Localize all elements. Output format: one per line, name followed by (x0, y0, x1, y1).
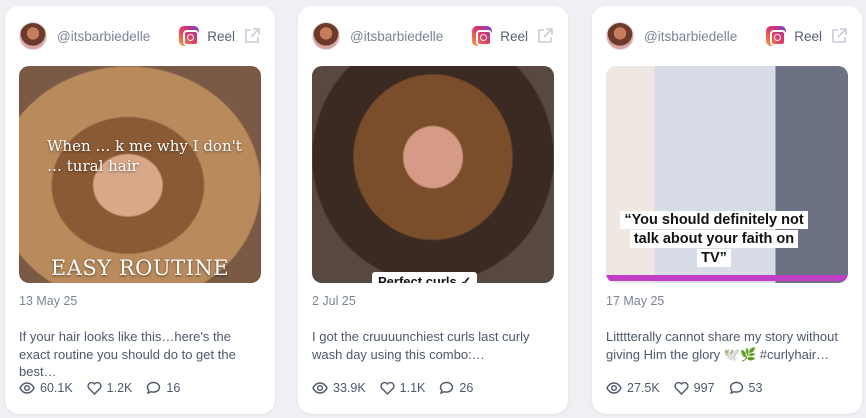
avatar[interactable] (19, 22, 47, 50)
views-stat: 33.9K (312, 381, 366, 395)
thumbnail-overlay-title: EASY ROUTINE (50, 256, 230, 280)
post-stats: 33.9K 1.1K 26 (312, 381, 554, 395)
likes-stat: 1.1K (380, 381, 426, 395)
heart-icon (674, 381, 689, 395)
comment-icon (440, 381, 454, 395)
likes-count: 997 (693, 381, 715, 395)
post-description: I got the cruuuunchiest curls last curly… (312, 329, 530, 362)
post-type-label: Reel (500, 28, 528, 44)
post-header: @itsbarbiedelle Reel (19, 22, 261, 50)
post-thumbnail[interactable]: When … k me why I don't … tural hair EAS… (19, 66, 261, 283)
instagram-icon (179, 26, 200, 46)
likes-stat: 997 (674, 381, 715, 395)
post-date: 2 Jul 25 (312, 294, 356, 308)
post-card[interactable]: @itsbarbiedelle Reel When … k me why I d… (5, 6, 275, 414)
thumbnail-caption: Perfect curls ✓ (372, 272, 478, 283)
post-thumbnail[interactable]: “You should definitely not talk about yo… (606, 66, 848, 283)
post-description: Litttterally cannot share my story witho… (606, 329, 838, 362)
thumbnail-quote: “You should definitely not talk about yo… (616, 211, 812, 268)
views-count: 33.9K (333, 381, 366, 395)
likes-count: 1.1K (399, 381, 426, 395)
thumbnail-overlay-text: When … k me why I don't … tural hair (47, 137, 242, 175)
comments-count: 26 (459, 381, 474, 395)
post-card[interactable]: @itsbarbiedelle Reel Perfect curls ✓ 2 J… (298, 6, 568, 414)
comment-icon (729, 381, 743, 395)
comments-stat: 26 (439, 381, 473, 395)
author-handle[interactable]: @itsbarbiedelle (644, 29, 766, 44)
post-card[interactable]: @itsbarbiedelle Reel “You should definit… (592, 6, 862, 414)
instagram-icon (766, 26, 787, 46)
likes-count: 1.2K (106, 381, 133, 395)
post-header: @itsbarbiedelle Reel (606, 22, 848, 50)
post-type-label: Reel (207, 28, 235, 44)
comments-stat: 53 (729, 381, 763, 395)
post-type-label: Reel (794, 28, 822, 44)
views-stat: 60.1K (19, 381, 73, 395)
thumbnail-quote-text: “You should definitely not talk about yo… (620, 211, 808, 267)
post-date: 13 May 25 (19, 294, 78, 308)
comment-icon (147, 381, 161, 395)
post-stats: 27.5K 997 53 (606, 381, 848, 395)
post-stats: 60.1K 1.2K 16 (19, 381, 261, 395)
thumbnail-accent-bar (606, 275, 848, 281)
comments-stat: 16 (146, 381, 180, 395)
post-header: @itsbarbiedelle Reel (312, 22, 554, 50)
comments-count: 16 (166, 381, 181, 395)
comments-count: 53 (748, 381, 763, 395)
post-thumbnail[interactable]: Perfect curls ✓ (312, 66, 554, 283)
eye-icon (19, 382, 35, 394)
avatar[interactable] (312, 22, 340, 50)
post-description: If your hair looks like this…here's the … (19, 329, 236, 379)
eye-icon (312, 382, 328, 394)
post-date: 17 May 25 (606, 294, 665, 308)
author-handle[interactable]: @itsbarbiedelle (57, 29, 179, 44)
heart-icon (87, 381, 102, 395)
views-count: 60.1K (40, 381, 73, 395)
likes-stat: 1.2K (87, 381, 133, 395)
heart-icon (380, 381, 395, 395)
external-link-icon[interactable] (830, 27, 848, 45)
instagram-icon (472, 26, 493, 46)
external-link-icon[interactable] (243, 27, 261, 45)
external-link-icon[interactable] (536, 27, 554, 45)
eye-icon (606, 382, 622, 394)
author-handle[interactable]: @itsbarbiedelle (350, 29, 472, 44)
views-count: 27.5K (627, 381, 660, 395)
avatar[interactable] (606, 22, 634, 50)
views-stat: 27.5K (606, 381, 660, 395)
